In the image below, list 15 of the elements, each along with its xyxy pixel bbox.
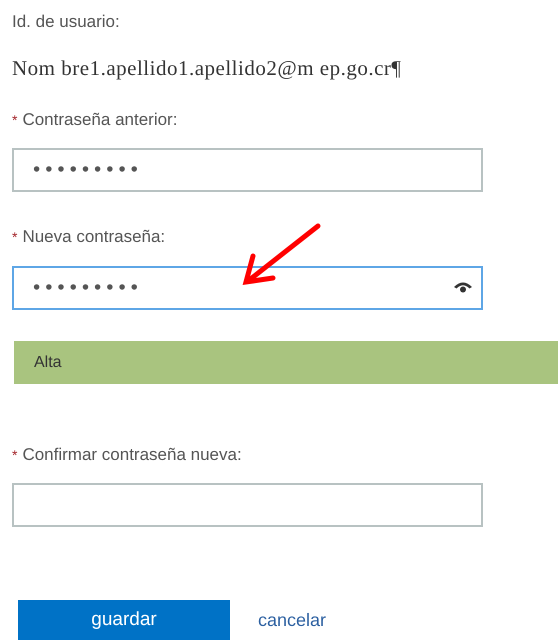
password-field[interactable] — [12, 483, 483, 527]
eye-icon[interactable] — [453, 280, 473, 294]
save-button[interactable]: guardar — [18, 600, 230, 640]
field-label: Nueva contraseña: — [22, 226, 166, 248]
required-asterisk: * — [12, 110, 18, 130]
password-field[interactable]: ••••••••• — [12, 266, 483, 310]
required-asterisk: * — [12, 228, 18, 246]
user-id-value: Nom bre1.apellido1.apellido2@m ep.go.cr¶ — [12, 55, 402, 82]
field-label: Confirmar contraseña nueva: — [22, 444, 242, 466]
user-id-label: Id. de usuario: — [12, 11, 120, 33]
field-label: Contraseña anterior: — [22, 109, 178, 132]
password-field[interactable]: ••••••••• — [12, 148, 483, 192]
required-asterisk: * — [12, 446, 18, 464]
password-strength-bar: Alta — [14, 341, 558, 384]
cancel-link[interactable]: cancelar — [258, 606, 326, 634]
